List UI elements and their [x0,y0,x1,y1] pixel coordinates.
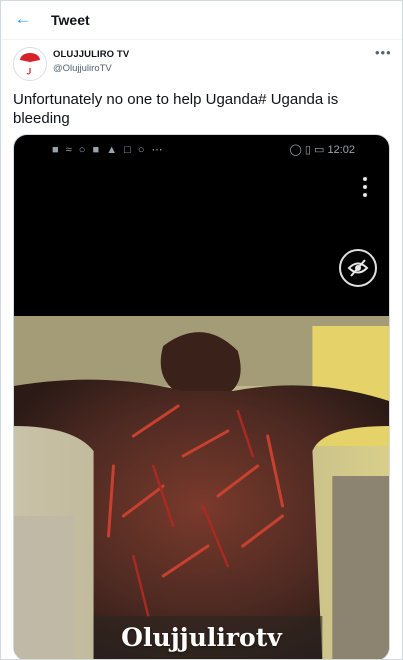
avatar-logo [14,48,46,80]
avatar[interactable] [13,47,47,81]
author-handle[interactable]: @OlujjuliroTV [53,63,112,74]
tweet-frame: ← Tweet OLUJJULIRO TV @OlujjuliroTV ••• … [0,0,403,660]
media-photo [14,316,389,659]
phone-status-bar: ■ ≈ ○ ■ ▲ □ ○ ⋯ ◯ ▯ ▭ 12:02 [14,135,389,165]
alarm-icon: ◯ [289,144,302,156]
vibrate-icon: ▯ [304,144,311,156]
top-bar: ← Tweet [1,1,402,40]
more-horizontal-icon[interactable]: ••• [375,45,392,60]
status-time: 12:02 [327,144,355,156]
tweet-media[interactable]: ■ ≈ ○ ■ ▲ □ ○ ⋯ ◯ ▯ ▭ 12:02 Olujjulirotv [13,134,390,659]
author-name[interactable]: OLUJJULIRO TV [53,49,129,60]
page-title: Tweet [51,12,90,28]
tweet-text: Unfortunately no one to help Uganda# Uga… [13,91,339,127]
kebab-menu-icon[interactable] [363,177,367,201]
status-icons-left: ■ ≈ ○ ■ ▲ □ ○ ⋯ [52,144,165,156]
photo-watermark: Olujjulirotv [121,623,282,652]
arrow-left-icon[interactable]: ← [13,9,33,29]
battery-icon: ▭ [314,144,325,156]
eye-slash-icon[interactable] [339,249,377,287]
